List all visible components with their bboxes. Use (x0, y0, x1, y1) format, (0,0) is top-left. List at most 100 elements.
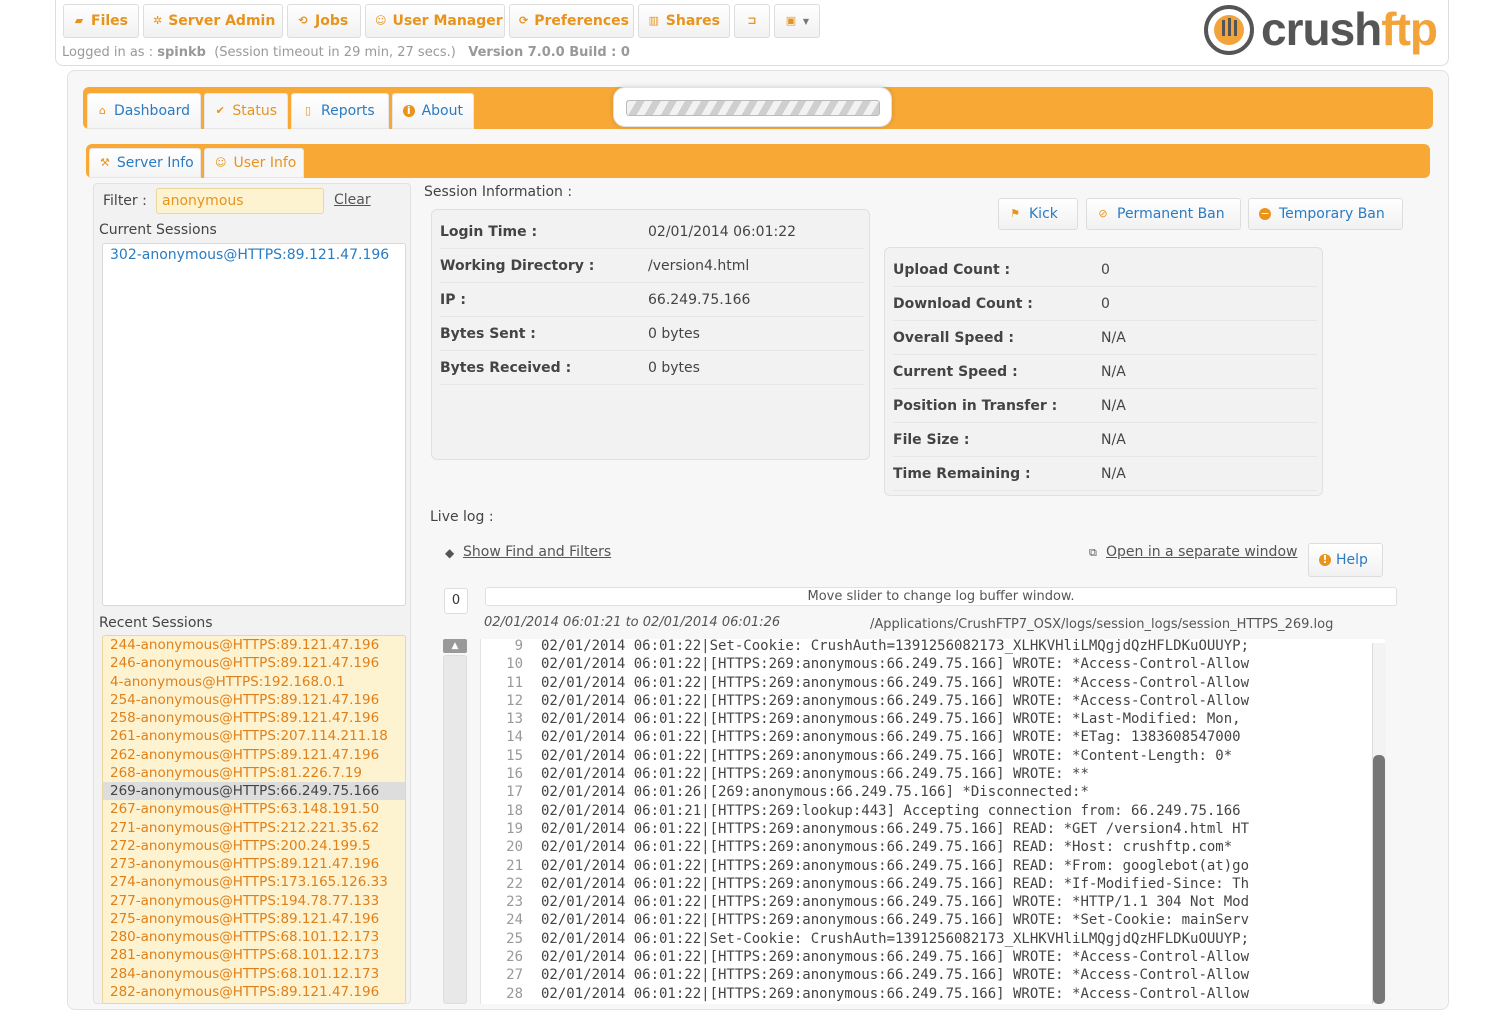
list-item[interactable]: 244-anonymous@HTTPS:89.121.47.196 (103, 636, 405, 654)
tab-dashboard[interactable]: ⌂ Dashboard (87, 93, 201, 129)
tab-user-info[interactable]: ☺ User Info (204, 148, 304, 178)
help-button[interactable]: ! Help (1308, 543, 1383, 577)
tab-reports[interactable]: ▯ Reports (291, 93, 389, 129)
server-admin-nav-button[interactable]: ✲ Server Admin (143, 4, 283, 38)
current-sessions-list[interactable]: 302-anonymous@HTTPS:89.121.47.196 (102, 243, 406, 606)
log-line-text: 02/01/2014 06:01:22|[HTTPS:269:anonymous… (541, 912, 1250, 929)
list-item[interactable]: 267-anonymous@HTTPS:63.148.191.50 (103, 800, 405, 818)
info-icon: i (403, 105, 415, 117)
log-line-text: 02/01/2014 06:01:22|[HTTPS:269:anonymous… (541, 656, 1250, 673)
recent-sessions-list[interactable]: 244-anonymous@HTTPS:89.121.47.196 246-ano… (102, 635, 406, 1004)
tab-server-info[interactable]: ⚒ Server Info (89, 148, 201, 178)
log-line-text: 02/01/2014 06:01:22|[HTTPS:269:anonymous… (541, 985, 1250, 1002)
user-manager-nav-button[interactable]: ☺ User Manager (365, 4, 505, 38)
log-time-range: 02/01/2014 06:01:21 to 02/01/2014 06:01:… (484, 615, 781, 630)
version-info: Version 7.0.0 Build : 0 (468, 45, 630, 60)
unlock-button[interactable]: ⊐ (734, 4, 770, 38)
log-line-text: 02/01/2014 06:01:22|[HTTPS:269:anonymous… (541, 711, 1241, 728)
list-item[interactable]: 258-anonymous@HTTPS:89.121.47.196 (103, 709, 405, 727)
log-vertical-slider[interactable] (443, 655, 467, 1004)
working-directory-row: Working Directory :/version4.html (440, 249, 864, 283)
list-item[interactable]: 269-anonymous@HTTPS:66.249.75.166 (103, 782, 405, 801)
log-line-text: 02/01/2014 06:01:22|Set-Cookie: CrushAut… (541, 639, 1250, 654)
list-item[interactable]: 254-anonymous@HTTPS:89.121.47.196 (103, 691, 405, 709)
tab-status[interactable]: ✔ Status (204, 93, 288, 129)
info-icon: ! (1319, 554, 1331, 566)
kick-button[interactable]: ⚑ Kick (998, 198, 1078, 230)
log-line: 15 02/01/2014 06:01:22|[HTTPS:269:anonymo… (481, 747, 1374, 765)
list-item[interactable]: 4-anonymous@HTTPS:192.168.0.1 (103, 673, 405, 691)
log-line-number: 13 (506, 711, 523, 728)
minus-circle-icon: − (1259, 207, 1271, 220)
log-line-text: 02/01/2014 06:01:21|[HTTPS:269:lookup:44… (541, 802, 1241, 819)
list-item[interactable]: 273-anonymous@HTTPS:89.121.47.196 (103, 855, 405, 873)
gear-icon: ✲ (153, 14, 163, 27)
permanent-ban-button[interactable]: ⊘ Permanent Ban (1086, 198, 1241, 230)
log-line-text: 02/01/2014 06:01:22|[HTTPS:269:anonymous… (541, 692, 1250, 709)
log-line-number: 28 (506, 985, 523, 1002)
log-line-number: 11 (506, 674, 523, 691)
log-line-number: 27 (506, 967, 523, 984)
position-in-transfer-row: Position in Transfer : N/A (893, 389, 1317, 423)
jobs-nav-button[interactable]: ⟲ Jobs (287, 4, 361, 38)
tab-about[interactable]: i About (392, 93, 474, 129)
preferences-nav-button[interactable]: ⟳ Preferences (509, 4, 634, 38)
log-line: 19 02/01/2014 06:01:22|[HTTPS:269:anonymo… (481, 820, 1374, 838)
home-icon: ⌂ (99, 104, 106, 117)
unlock-icon: ⊐ (747, 14, 757, 27)
list-item[interactable]: 302-anonymous@HTTPS:89.121.47.196 (110, 247, 389, 263)
log-line: 21 02/01/2014 06:01:22|[HTTPS:269:anonymo… (481, 857, 1374, 875)
list-item[interactable]: 282-anonymous@HTTPS:89.121.47.196 (103, 983, 405, 1001)
log-line: 23 02/01/2014 06:01:22|[HTTPS:269:anonymo… (481, 893, 1374, 911)
jobs-icon: ⟲ (298, 14, 308, 27)
user-icon: ☺ (375, 14, 387, 27)
list-item[interactable]: 275-anonymous@HTTPS:89.121.47.196 (103, 910, 405, 928)
upload-count-row: Upload Count :0 (893, 253, 1317, 287)
chevron-down-icon: ▼ (802, 16, 810, 26)
list-item[interactable]: 268-anonymous@HTTPS:81.226.7.19 (103, 764, 405, 782)
log-line-text: 02/01/2014 06:01:22|[HTTPS:269:anonymous… (541, 820, 1250, 837)
overall-speed-row: Overall Speed : N/A (893, 321, 1317, 355)
preferences-icon: ⟳ (519, 14, 529, 27)
log-line-number: 23 (506, 894, 523, 911)
flag-icon: ⚑ (1010, 207, 1020, 220)
show-find-filters-link[interactable]: Show Find and Filters (463, 544, 611, 560)
log-line: 26 02/01/2014 06:01:22|[HTTPS:269:anonymo… (481, 948, 1374, 966)
list-item[interactable]: 272-anonymous@HTTPS:200.24.199.5 (103, 837, 405, 855)
log-scrollbar-thumb[interactable] (1373, 755, 1385, 1004)
image-icon: ▣ (785, 14, 797, 27)
log-line-number: 15 (506, 747, 523, 764)
list-item[interactable]: 274-anonymous@HTTPS:173.165.126.33 (103, 873, 405, 891)
log-line: 14 02/01/2014 06:01:22|[HTTPS:269:anonymo… (481, 728, 1374, 746)
list-item[interactable]: 281-anonymous@HTTPS:68.101.12.173 (103, 946, 405, 964)
log-line-text: 02/01/2014 06:01:22|[HTTPS:269:anonymous… (541, 729, 1241, 746)
log-line: 11 02/01/2014 06:01:22|[HTTPS:269:anonymo… (481, 674, 1374, 692)
list-item[interactable]: 284-anonymous@HTTPS:68.101.12.173 (103, 965, 405, 983)
list-item[interactable]: 271-anonymous@HTTPS:212.221.35.62 (103, 819, 405, 837)
temporary-ban-button[interactable]: − Temporary Ban (1248, 198, 1403, 230)
list-item[interactable]: 280-anonymous@HTTPS:68.101.12.173 (103, 928, 405, 946)
current-sessions-title: Current Sessions (99, 222, 217, 238)
files-nav-button[interactable]: ▰ Files (63, 4, 139, 38)
log-line-text: 02/01/2014 06:01:22|[HTTPS:269:anonymous… (541, 967, 1250, 984)
scroll-up-button[interactable]: ▲ (443, 639, 467, 653)
live-log-title: Live log : (430, 509, 494, 525)
list-item[interactable]: 246-anonymous@HTTPS:89.121.47.196 (103, 654, 405, 672)
list-item[interactable]: 262-anonymous@HTTPS:89.121.47.196 (103, 746, 405, 764)
log-line-text: 02/01/2014 06:01:22|[HTTPS:269:anonymous… (541, 674, 1250, 691)
ip-row: IP :66.249.75.166 (440, 283, 864, 317)
open-separate-window-link[interactable]: Open in a separate window (1106, 544, 1297, 560)
list-item[interactable]: 261-anonymous@HTTPS:207.114.211.18 (103, 727, 405, 745)
tag-icon: ◆ (445, 546, 455, 560)
image-dropdown-button[interactable]: ▣ ▼ (774, 4, 820, 38)
log-line-text: 02/01/2014 06:01:22|[HTTPS:269:anonymous… (541, 949, 1250, 966)
shares-nav-button[interactable]: ▥ Shares (638, 4, 730, 38)
log-file-path: /Applications/CrushFTP7_OSX/logs/session… (870, 617, 1334, 632)
clear-filter-link[interactable]: Clear (334, 192, 371, 208)
log-buffer-slider[interactable]: Move slider to change log buffer window. (485, 587, 1397, 606)
log-line-number: 22 (506, 875, 523, 892)
filter-input[interactable]: anonymous (156, 188, 324, 214)
time-remaining-row: Time Remaining : N/A (893, 457, 1317, 491)
list-item[interactable]: 277-anonymous@HTTPS:194.78.77.133 (103, 892, 405, 910)
external-window-icon: ⧉ (1089, 546, 1097, 559)
